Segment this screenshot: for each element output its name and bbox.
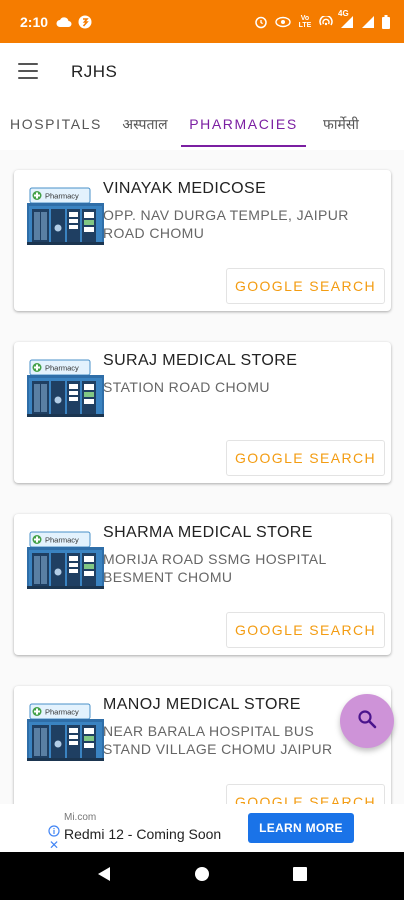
back-icon <box>97 866 111 887</box>
alarm-icon <box>254 15 268 29</box>
ad-learn-more-button[interactable]: LEARN MORE <box>248 813 354 843</box>
google-search-button[interactable]: GOOGLE SEARCH <box>226 784 385 804</box>
eye-icon <box>275 16 291 28</box>
ad-close-icon[interactable]: ✕ <box>49 838 59 852</box>
ad-title[interactable]: Redmi 12 - Coming Soon <box>64 826 221 842</box>
cloud-icon <box>56 16 72 28</box>
status-left-icons <box>56 15 92 29</box>
home-icon <box>194 866 210 887</box>
recents-button[interactable] <box>270 852 330 900</box>
google-search-button[interactable]: GOOGLE SEARCH <box>226 440 385 476</box>
tab-hospitals[interactable]: HOSPITALS <box>0 101 112 147</box>
search-icon <box>357 709 377 734</box>
pharmacy-address: STATION ROAD CHOMU <box>103 379 270 395</box>
ad-domain: Mi.com <box>64 812 97 823</box>
app-bar: RJHS <box>0 43 404 101</box>
svg-text:Pharmacy: Pharmacy <box>45 536 79 545</box>
google-search-button[interactable]: GOOGLE SEARCH <box>226 612 385 648</box>
tab-bar: HOSPITALS अस्पताल PHARMACIES फार्मेसी <box>0 101 404 147</box>
tab-pharmacies[interactable]: PHARMACIES <box>181 101 306 147</box>
pharmacy-address: MORIJA ROAD SSMG HOSPITAL BESMENT CHOMU <box>103 551 327 585</box>
volte-label: Vo LTE <box>298 14 312 29</box>
pharmacy-address: NEAR BARALA HOSPITAL BUS STAND VILLAGE C… <box>103 723 333 757</box>
home-button[interactable] <box>172 852 232 900</box>
pharmacy-thumbnail: Pharmacy <box>27 702 104 761</box>
wifi-icon <box>361 15 375 29</box>
network-label: 4G <box>338 8 349 18</box>
svg-text:Pharmacy: Pharmacy <box>45 192 79 201</box>
app-notification-icon <box>78 15 92 29</box>
battery-icon <box>382 14 390 29</box>
pharmacy-card: Pharmacy SURAJ MEDICAL STORE STATION ROA… <box>14 342 391 483</box>
pharmacy-card: Pharmacy VINAYAK MEDICOSE OPP. NAV DURGA… <box>14 170 391 311</box>
pharmacy-name: MANOJ MEDICAL STORE <box>103 696 301 713</box>
app-title: RJHS <box>71 62 118 81</box>
pharmacy-thumbnail: Pharmacy <box>27 358 104 417</box>
hamburger-menu-icon[interactable] <box>18 63 38 79</box>
tab-hospitals-hindi[interactable]: अस्पताल <box>112 101 178 147</box>
pharmacy-card: Pharmacy SHARMA MEDICAL STORE MORIJA ROA… <box>14 514 391 655</box>
status-time: 2:10 <box>20 13 49 30</box>
google-search-button[interactable]: GOOGLE SEARCH <box>226 268 385 304</box>
pharmacy-name: VINAYAK MEDICOSE <box>103 180 267 197</box>
pharmacy-name: SHARMA MEDICAL STORE <box>103 524 313 541</box>
pharmacy-name: SURAJ MEDICAL STORE <box>103 352 298 369</box>
search-fab[interactable] <box>340 694 394 748</box>
pharmacy-thumbnail: Pharmacy <box>27 530 104 589</box>
back-button[interactable] <box>74 852 134 900</box>
pharmacy-card: Pharmacy MANOJ MEDICAL STORE NEAR BARALA… <box>14 686 391 804</box>
hotspot-icon <box>319 15 333 28</box>
svg-text:Pharmacy: Pharmacy <box>45 364 79 373</box>
status-right-icons: Vo LTE 4G <box>254 9 390 29</box>
signal-icon: 4G <box>338 9 354 29</box>
tab-pharmacies-hindi[interactable]: फार्मेसी <box>306 101 376 147</box>
system-nav-bar <box>0 852 404 900</box>
svg-text:Pharmacy: Pharmacy <box>45 708 79 717</box>
pharmacy-thumbnail: Pharmacy <box>27 186 104 245</box>
tab-indicator <box>181 145 306 147</box>
pharmacy-address: OPP. NAV DURGA TEMPLE, JAIPUR ROAD CHOMU <box>103 207 349 241</box>
recents-icon <box>293 866 307 886</box>
status-bar: 2:10 Vo LTE 4G <box>0 0 404 43</box>
